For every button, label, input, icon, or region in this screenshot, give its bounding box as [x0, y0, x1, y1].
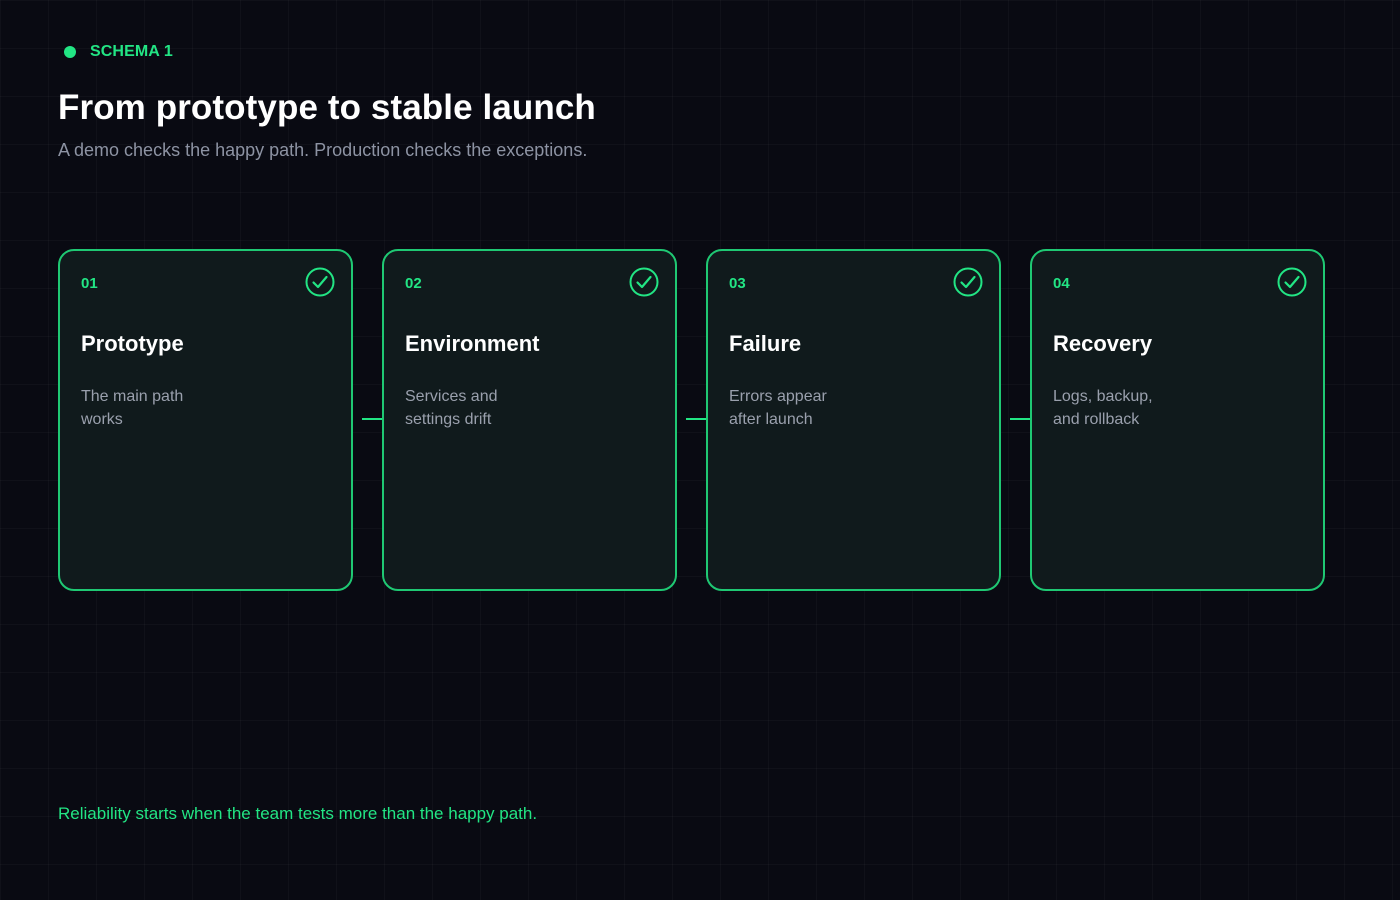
- page-subtitle: A demo checks the happy path. Production…: [58, 140, 588, 160]
- check-circle-icon: [629, 267, 659, 297]
- step-number: 03: [729, 275, 746, 292]
- step-title: Prototype: [81, 331, 184, 356]
- check-circle-icon: [953, 267, 983, 297]
- schema-label: SCHEMA 1: [90, 43, 173, 60]
- step-card-failure: 03 Failure Errors appear after launch: [706, 249, 1001, 591]
- connector-line: [1010, 418, 1030, 420]
- connector-line: [362, 418, 382, 420]
- step-number: 01: [81, 275, 98, 292]
- step-title: Failure: [729, 331, 802, 356]
- step-title: Recovery: [1053, 331, 1153, 356]
- step-card-recovery: 04 Recovery Logs, backup, and rollback: [1030, 249, 1325, 591]
- step-title: Environment: [405, 331, 540, 356]
- step-card-environment: 02 Environment Services and settings dri…: [382, 249, 677, 591]
- step-card-prototype: 01 Prototype The main path works: [58, 249, 353, 591]
- schema-tag: SCHEMA 1: [64, 43, 173, 61]
- status-dot-icon: [64, 46, 76, 58]
- check-circle-icon: [305, 267, 335, 297]
- step-description: Services and settings drift: [405, 388, 498, 428]
- connector-line: [686, 418, 706, 420]
- step-number: 04: [1053, 275, 1070, 292]
- step-description: The main path works: [81, 388, 184, 428]
- step-description: Logs, backup, and rollback: [1053, 388, 1153, 428]
- step-description: Errors appear after launch: [729, 388, 827, 428]
- check-circle-icon: [1277, 267, 1307, 297]
- step-number: 02: [405, 275, 422, 292]
- footer-note: Reliability starts when the team tests m…: [58, 804, 538, 823]
- page-title: From prototype to stable launch: [58, 88, 596, 127]
